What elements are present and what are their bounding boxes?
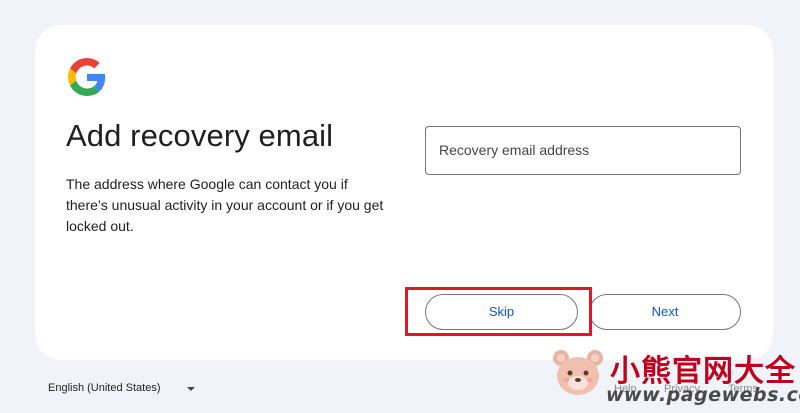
recovery-email-placeholder: Recovery email address bbox=[439, 142, 590, 158]
page-description: The address where Google can contact you… bbox=[66, 176, 384, 234]
page-title: Add recovery email bbox=[66, 118, 334, 153]
watermark-url: www.pagewebs.com bbox=[606, 384, 800, 406]
chevron-down-icon[interactable] bbox=[187, 387, 195, 391]
recovery-email-input[interactable]: Recovery email address bbox=[425, 126, 741, 175]
watermark: 小熊官网大全 www.pagewebs.com bbox=[548, 344, 800, 410]
bear-logo-icon bbox=[553, 350, 603, 395]
google-g-logo-icon bbox=[68, 58, 106, 96]
skip-highlight-box bbox=[405, 287, 592, 336]
language-selector[interactable]: English (United States) bbox=[48, 382, 161, 394]
next-button[interactable]: Next bbox=[589, 294, 741, 330]
